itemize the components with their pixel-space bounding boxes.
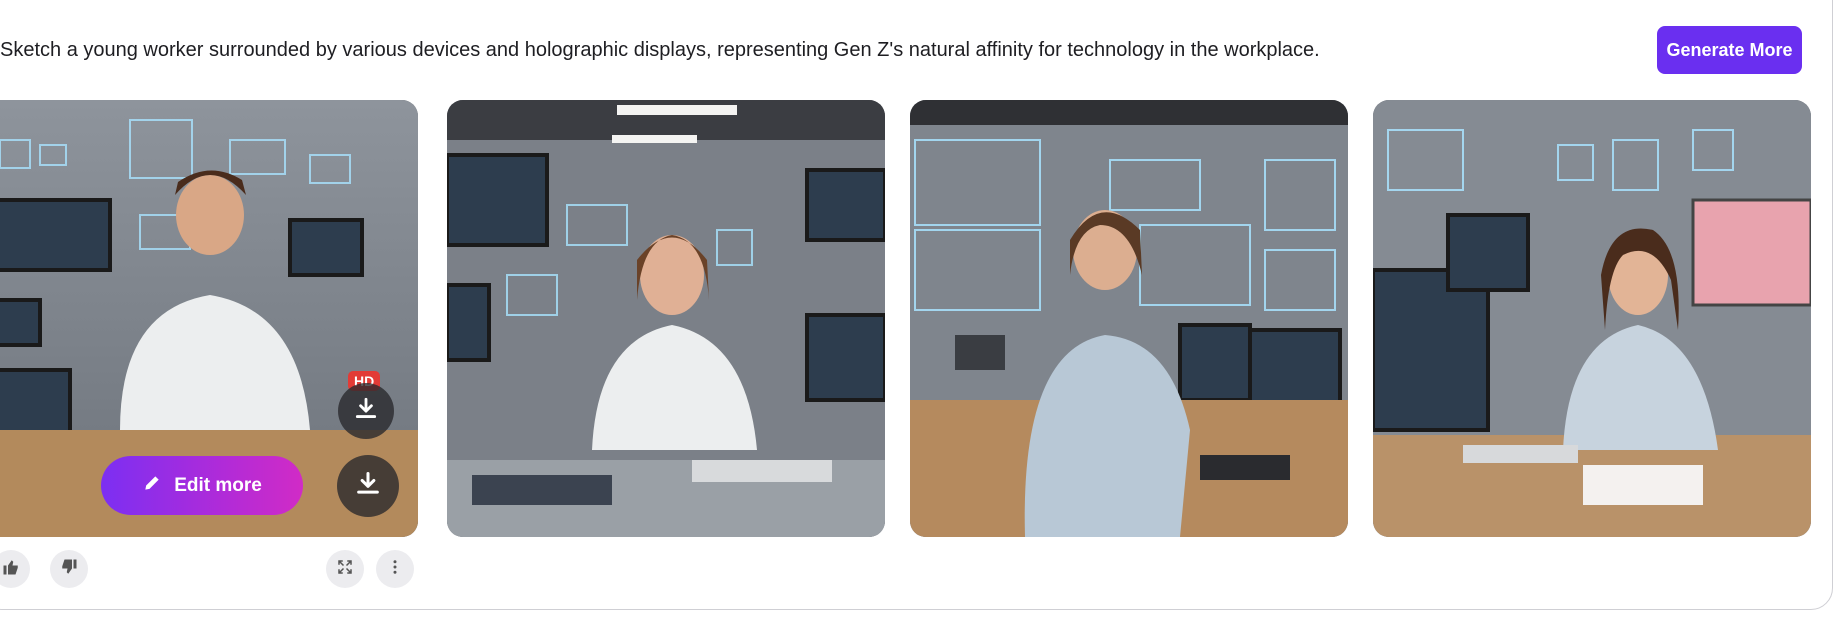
expand-icon [336, 558, 354, 581]
generated-image-4[interactable] [1373, 100, 1811, 537]
expand-button[interactable] [326, 550, 364, 588]
pencil-icon [142, 473, 162, 499]
more-vertical-icon [386, 558, 404, 581]
download-icon [353, 396, 379, 427]
thumbs-up-icon [2, 558, 20, 581]
edit-more-label: Edit more [174, 474, 262, 496]
image-2-illustration [447, 100, 885, 537]
hd-download-button[interactable] [338, 383, 394, 439]
download-button[interactable] [337, 455, 399, 517]
thumbs-down-icon [60, 558, 78, 581]
thumbs-down-button[interactable] [50, 550, 88, 588]
download-icon [354, 470, 382, 503]
image-4-illustration [1373, 100, 1811, 537]
edit-more-button[interactable]: Edit more [101, 456, 303, 515]
generated-image-2[interactable] [447, 100, 885, 537]
generate-more-button[interactable]: Generate More [1657, 26, 1802, 74]
image-3-illustration [910, 100, 1348, 537]
prompt-text: Sketch a young worker surrounded by vari… [0, 39, 1320, 61]
more-options-button[interactable] [376, 550, 414, 588]
generated-image-3[interactable] [910, 100, 1348, 537]
